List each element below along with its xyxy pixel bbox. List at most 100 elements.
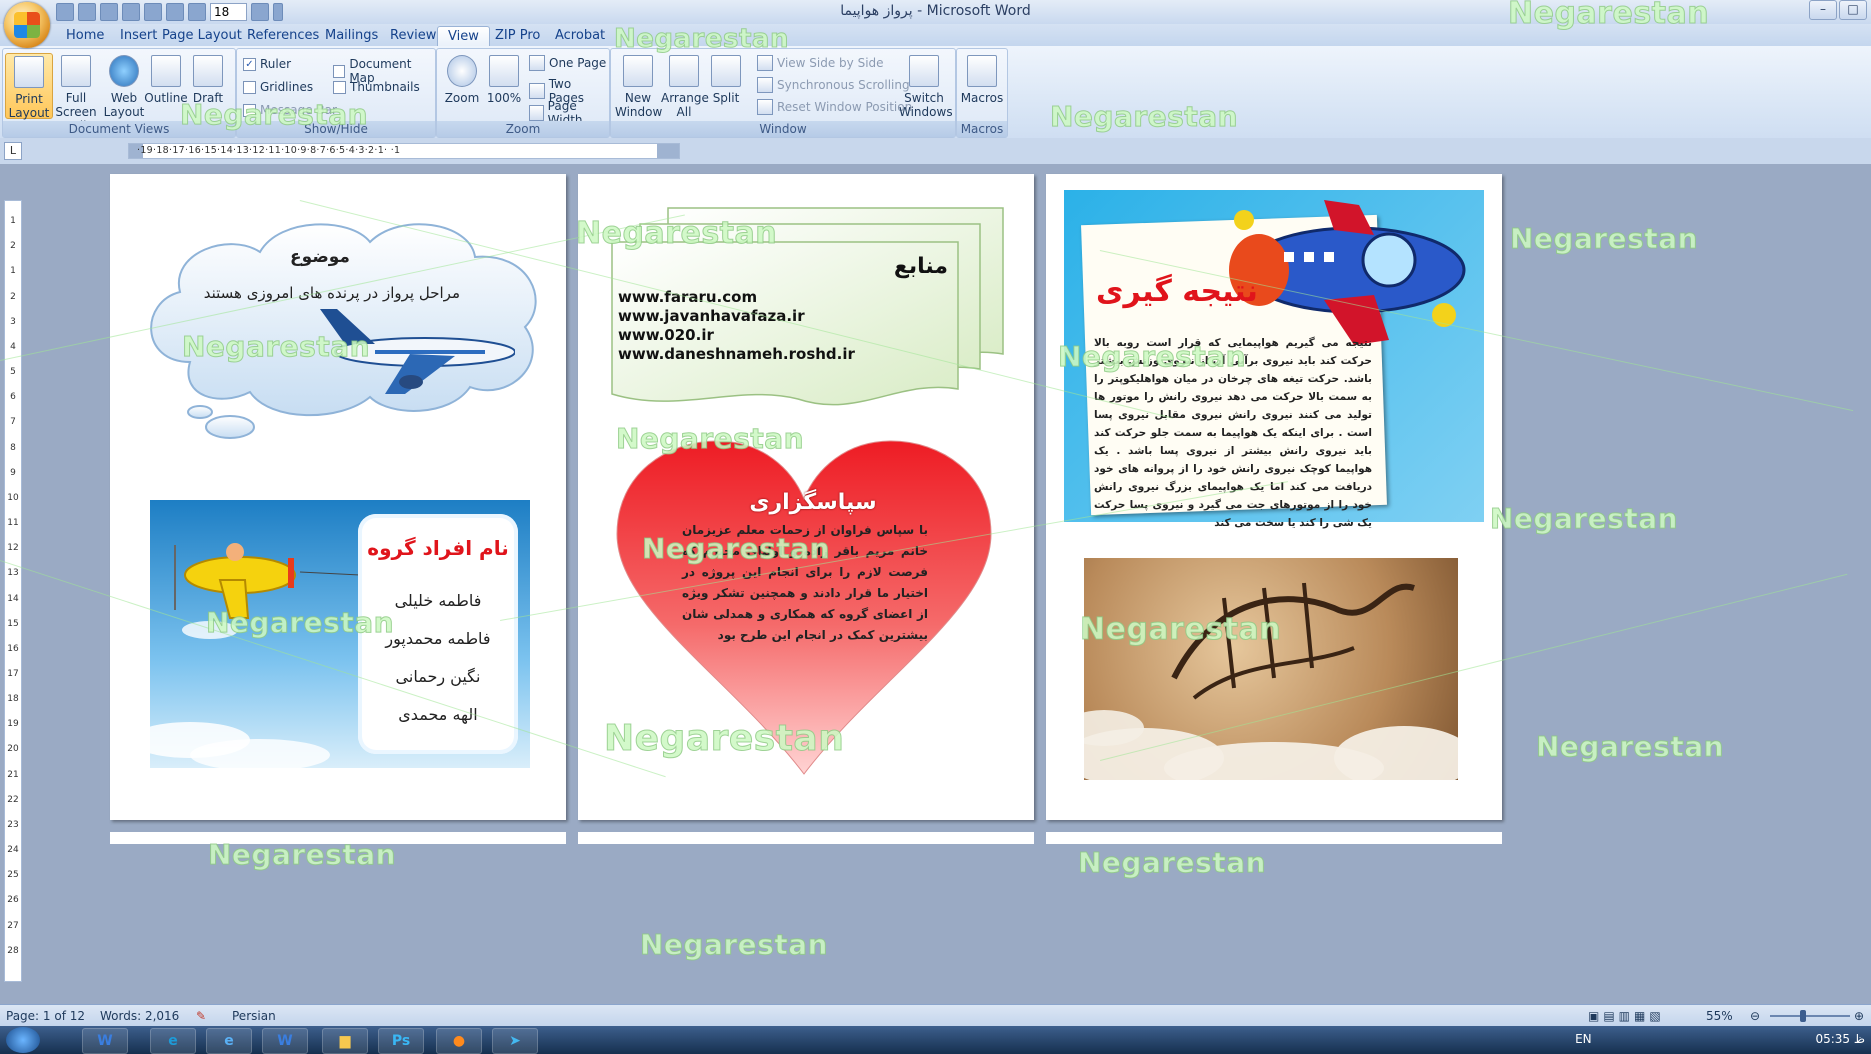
zoom-label: Zoom bbox=[444, 91, 480, 105]
page-1[interactable]: موضوع مراحل پرواز در پرنده های امروزی هس… bbox=[110, 174, 566, 820]
web-layout-button[interactable]: Web Layout bbox=[101, 53, 147, 119]
tab-selector[interactable]: L bbox=[4, 142, 22, 160]
switch-windows-button[interactable]: Switch Windows bbox=[899, 53, 953, 119]
source-3[interactable]: www.020.ir bbox=[618, 326, 918, 345]
vruler-number: 26 bbox=[7, 895, 19, 905]
draft-label: Draft bbox=[192, 91, 224, 105]
photoshop-taskbar-icon[interactable]: Ps bbox=[378, 1028, 424, 1054]
tab-acrobat[interactable]: Acrobat bbox=[545, 26, 615, 46]
zoom-button[interactable]: Zoom bbox=[439, 53, 485, 117]
start-button[interactable] bbox=[6, 1027, 40, 1053]
minimize-button[interactable]: – bbox=[1809, 0, 1837, 20]
vruler-number: 2 bbox=[10, 292, 16, 302]
side-by-side-icon bbox=[757, 55, 773, 71]
conclusion-title: نتیجه گیری bbox=[1096, 274, 1258, 309]
vruler-number: 4 bbox=[10, 342, 16, 352]
tab-view[interactable]: View bbox=[437, 26, 490, 47]
telegram-taskbar-icon[interactable]: ➤ bbox=[492, 1028, 538, 1054]
message-bar-checkbox[interactable]: Message Bar bbox=[243, 103, 337, 117]
tab-home[interactable]: Home bbox=[56, 26, 114, 46]
source-4[interactable]: www.daneshnameh.roshd.ir bbox=[618, 345, 918, 364]
zoom-100-button[interactable]: 100% bbox=[481, 53, 527, 117]
sync-scroll-icon bbox=[757, 77, 773, 93]
zoom-out-icon[interactable]: ⊖ bbox=[1750, 1009, 1760, 1023]
ruler-bar: L ·19·18·17·16·15·14·13·12·11·10·9·8·7·6… bbox=[0, 138, 1871, 164]
document-area[interactable]: موضوع مراحل پرواز در پرنده های امروزی هس… bbox=[24, 164, 1871, 1004]
vruler-number: 3 bbox=[10, 317, 16, 327]
topic-text: مراحل پرواز در پرنده های امروزی هستند bbox=[203, 284, 460, 302]
horizontal-ruler[interactable]: ·19·18·17·16·15·14·13·12·11·10·9·8·7·6·5… bbox=[128, 143, 680, 159]
zoom-slider[interactable] bbox=[1770, 1015, 1850, 1017]
synchronous-scrolling-button[interactable]: Synchronous Scrolling bbox=[757, 77, 910, 93]
vruler-number: 9 bbox=[10, 468, 16, 478]
vruler-number: 5 bbox=[10, 367, 16, 377]
word-taskbar-icon[interactable]: W bbox=[82, 1028, 128, 1054]
vruler-number: 6 bbox=[10, 392, 16, 402]
reset-window-position-label: Reset Window Position bbox=[777, 100, 913, 114]
word-active-taskbar-icon[interactable]: W bbox=[262, 1028, 308, 1054]
tab-mailings[interactable]: Mailings bbox=[315, 26, 388, 46]
vruler-number: 18 bbox=[7, 694, 19, 704]
group-show-hide: ✓ Ruler Gridlines Message Bar Document Ma… bbox=[236, 48, 436, 138]
macros-button[interactable]: Macros bbox=[959, 53, 1005, 117]
page-count[interactable]: Page: 1 of 12 bbox=[6, 1009, 85, 1023]
title-bar: 18 پرواز هواپیما - Microsoft Word – □ bbox=[0, 0, 1871, 25]
language-indicator[interactable]: Persian bbox=[232, 1009, 276, 1023]
view-side-by-side-button[interactable]: View Side by Side bbox=[757, 55, 884, 71]
firefox-taskbar-icon[interactable]: ● bbox=[436, 1028, 482, 1054]
source-1[interactable]: www.fararu.com bbox=[618, 288, 918, 307]
split-label: Split bbox=[712, 91, 740, 105]
new-window-label: New Window bbox=[615, 91, 663, 119]
view-buttons-icon[interactable]: ▣▤▥▦▧ bbox=[1588, 1009, 1665, 1023]
reset-window-icon bbox=[757, 99, 773, 115]
full-screen-reading-button[interactable]: Full Screen Reading bbox=[53, 53, 102, 133]
group-macros: Macros Macros bbox=[956, 48, 1008, 138]
vruler-number: 12 bbox=[7, 543, 19, 553]
split-button[interactable]: Split bbox=[703, 53, 749, 117]
print-layout-button[interactable]: Print Layout bbox=[5, 53, 53, 120]
zoom-in-icon[interactable]: ⊕ bbox=[1854, 1009, 1864, 1023]
one-page-button[interactable]: One Page bbox=[529, 55, 606, 71]
ruler-checkbox[interactable]: ✓ Ruler bbox=[243, 57, 291, 71]
office-button[interactable] bbox=[4, 2, 50, 48]
draft-button[interactable]: Draft bbox=[185, 53, 231, 117]
zoom-level[interactable]: 55% bbox=[1706, 1009, 1733, 1023]
full-screen-reading-icon bbox=[61, 55, 91, 87]
message-bar-label: Message Bar bbox=[260, 103, 337, 117]
one-page-label: One Page bbox=[549, 56, 607, 70]
vruler-number: 25 bbox=[7, 870, 19, 880]
macros-icon bbox=[967, 55, 997, 87]
maximize-button[interactable]: □ bbox=[1839, 0, 1867, 20]
source-2[interactable]: www.javanhavafaza.ir bbox=[618, 307, 918, 326]
input-language[interactable]: EN bbox=[1575, 1032, 1592, 1046]
thumbnails-checkbox[interactable]: Thumbnails bbox=[333, 80, 420, 94]
gridlines-checkbox[interactable]: Gridlines bbox=[243, 80, 313, 94]
members-list: فاطمه خلیلی فاطمه محمدپور نگین رحمانی ال… bbox=[360, 582, 516, 734]
tab-zip-pro[interactable]: ZIP Pro bbox=[485, 26, 550, 46]
system-tray: EN 05:35 ظ bbox=[1575, 1032, 1865, 1046]
vruler-number: 2 bbox=[10, 241, 16, 251]
vertical-ruler[interactable]: 1 2 1 2 3 4 5 6 7 8 9 10 11 12 13 14 15 16 17 18 19 20 21 22 23 2… bbox=[4, 200, 22, 982]
clock[interactable]: 05:35 ظ bbox=[1815, 1032, 1865, 1046]
outline-button[interactable]: Outline bbox=[143, 53, 189, 117]
one-page-icon bbox=[529, 55, 545, 71]
word-count[interactable]: Words: 2,016 bbox=[100, 1009, 179, 1023]
vruler-number: 16 bbox=[7, 644, 19, 654]
arrange-all-button[interactable]: Arrange All bbox=[661, 53, 709, 119]
ie-e-taskbar-icon[interactable]: e bbox=[150, 1028, 196, 1054]
zoom-slider-thumb[interactable] bbox=[1800, 1010, 1806, 1022]
thumbnails-box-icon bbox=[333, 80, 346, 94]
ruler-margin-right bbox=[657, 144, 679, 158]
ruler-ticks: ·19·18·17·16·15·14·13·12·11·10·9·8·7·6·5… bbox=[137, 145, 401, 156]
proofing-icon[interactable]: ✎ bbox=[196, 1009, 206, 1023]
ie-taskbar-icon[interactable]: e bbox=[206, 1028, 252, 1054]
page-3[interactable]: نتیجه گیری نتیجه می گیریم هواپیمایی که ق… bbox=[1046, 174, 1502, 820]
group-label-show-hide: Show/Hide bbox=[237, 121, 435, 137]
reset-window-position-button[interactable]: Reset Window Position bbox=[757, 99, 912, 115]
window-title: پرواز هواپیما - Microsoft Word bbox=[840, 3, 1031, 19]
page-width-icon bbox=[529, 105, 544, 121]
new-window-button[interactable]: New Window bbox=[615, 53, 663, 119]
page-2[interactable]: منابع www.fararu.com www.javanhavafaza.i… bbox=[578, 174, 1034, 820]
group-label-zoom: Zoom bbox=[437, 121, 609, 137]
folder-taskbar-icon[interactable]: ▆ bbox=[322, 1028, 368, 1054]
